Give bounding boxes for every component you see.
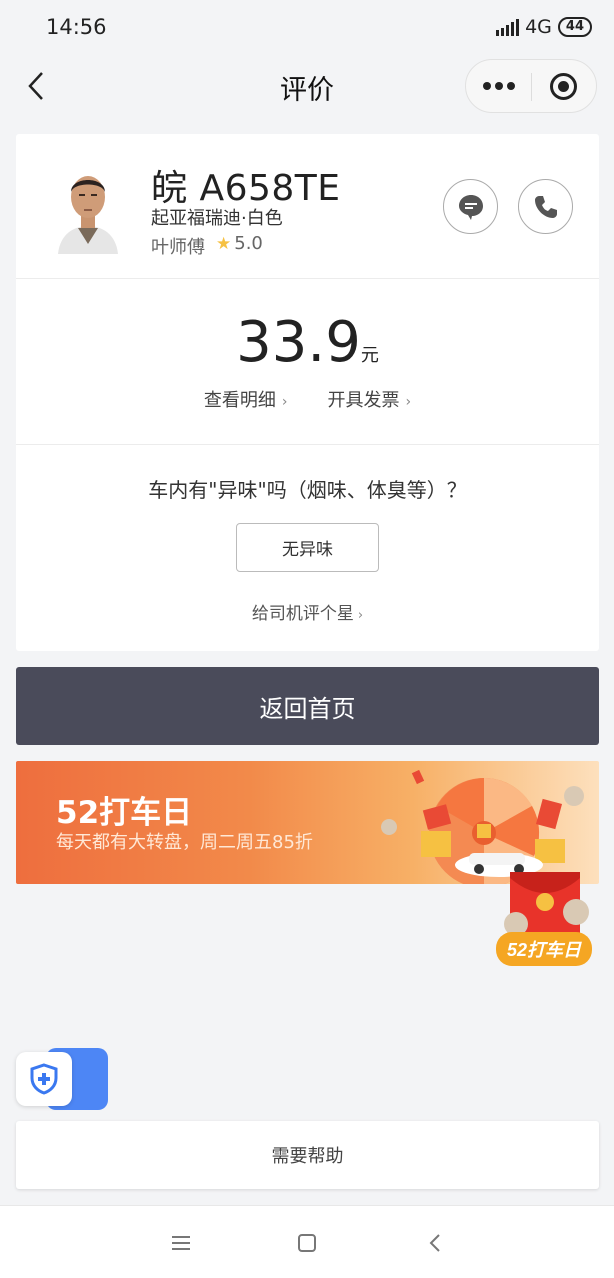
target-icon <box>550 72 577 100</box>
driver-avatar <box>56 164 120 254</box>
fare-links: 查看明细 › 开具发票 › <box>16 386 599 412</box>
fare-detail-link[interactable]: 查看明细 › <box>204 386 288 412</box>
star-icon: ★ <box>216 233 232 254</box>
square-icon <box>298 1234 316 1252</box>
invoice-link[interactable]: 开具发票 › <box>328 386 412 412</box>
status-bar: 14:56 4G 44 <box>0 0 614 56</box>
promo-banner[interactable]: 52打车日 每天都有大转盘，周二周五85折 <box>16 761 599 884</box>
status-time: 14:56 <box>46 15 107 39</box>
more-button[interactable] <box>466 60 531 112</box>
fare-amount: 33.9元 <box>16 310 599 375</box>
close-miniapp-button[interactable] <box>531 60 596 112</box>
nav-bar: 评价 <box>0 56 614 118</box>
fare-value: 33.9 <box>236 310 361 375</box>
red-packet-float-button[interactable]: 52打车日 <box>494 870 594 970</box>
menu-button[interactable] <box>166 1228 196 1258</box>
home-system-button[interactable] <box>292 1228 322 1258</box>
return-home-button[interactable]: 返回首页 <box>16 667 599 745</box>
safety-center-button[interactable] <box>16 1048 111 1112</box>
phone-icon <box>534 195 557 218</box>
rating-value: 5.0 <box>234 233 263 254</box>
call-button[interactable] <box>518 179 573 234</box>
battery-icon: 44 <box>557 17 592 37</box>
lucky-wheel-illustration <box>381 769 584 884</box>
banner-subtitle: 每天都有大转盘，周二周五85折 <box>56 832 313 853</box>
miniapp-capsule <box>465 59 597 113</box>
driver-name: 叶师傅 <box>151 237 205 258</box>
chevron-right-icon: › <box>405 394 412 410</box>
status-indicators: 4G 44 <box>496 16 592 38</box>
message-button[interactable] <box>443 179 498 234</box>
smell-question: 车内有"异味"吗（烟味、体臭等）？ <box>148 478 467 502</box>
chevron-right-icon: › <box>357 608 364 623</box>
fare-info: 33.9元 查看明细 › 开具发票 › <box>16 280 599 445</box>
order-card: 皖 A658TE 起亚福瑞迪·白色 叶师傅 ★ 5.0 33.9元 查看明细 › … <box>16 134 599 651</box>
signal-icon <box>496 18 520 36</box>
smell-feedback: 车内有"异味"吗（烟味、体臭等）？ 无异味 给司机评个星 › <box>16 446 599 651</box>
shield-plus-icon <box>30 1063 58 1095</box>
driver-rating: ★ 5.0 <box>216 233 263 254</box>
rate-driver-link[interactable]: 给司机评个星 › <box>16 599 599 624</box>
shield-badge <box>16 1052 72 1106</box>
banner-title: 52打车日 <box>56 795 193 831</box>
menu-icon <box>172 1236 190 1250</box>
chevron-right-icon: › <box>281 394 288 410</box>
back-system-button[interactable] <box>421 1228 451 1258</box>
no-smell-button[interactable]: 无异味 <box>236 523 379 572</box>
chat-bubble-icon <box>458 194 483 220</box>
floating-badge-text: 52打车日 <box>507 940 582 960</box>
system-nav-bar <box>0 1205 614 1278</box>
network-type: 4G <box>525 16 552 38</box>
car-model: 起亚福瑞迪·白色 <box>151 208 283 229</box>
need-help-button[interactable]: 需要帮助 <box>16 1121 599 1189</box>
driver-info: 皖 A658TE 起亚福瑞迪·白色 叶师傅 ★ 5.0 <box>16 134 599 279</box>
fare-unit: 元 <box>360 345 379 366</box>
chevron-left-icon <box>429 1234 440 1252</box>
